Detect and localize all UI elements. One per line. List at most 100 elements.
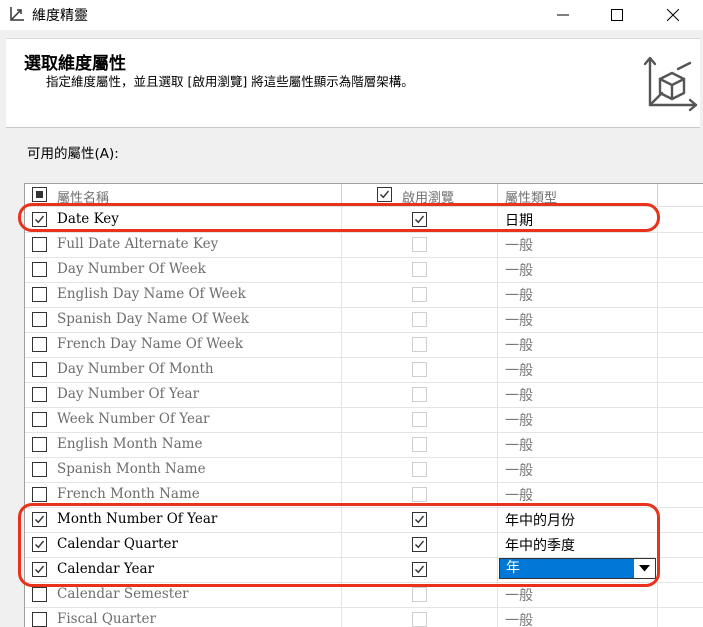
enable-browse-checkbox[interactable] — [412, 462, 427, 477]
attributes-grid[interactable]: 屬性名稱 啟用瀏覽 屬性類型 Date Key 日期 Full Date Alter… — [24, 183, 703, 627]
attribute-checkbox[interactable] — [32, 312, 47, 327]
cell-divider — [657, 232, 658, 257]
attribute-type[interactable]: 一般 — [505, 360, 533, 380]
attribute-checkbox[interactable] — [32, 237, 47, 252]
enable-browse-checkbox[interactable] — [412, 212, 427, 227]
attribute-type[interactable]: 一般 — [505, 585, 533, 605]
enable-browse-checkbox[interactable] — [412, 587, 427, 602]
attribute-type[interactable]: 一般 — [505, 235, 533, 255]
cell-divider — [497, 382, 498, 407]
attribute-name: Full Date Alternate Key — [57, 236, 219, 252]
attribute-row[interactable]: French Day Name Of Week 一般 — [25, 332, 703, 358]
select-all-checkbox[interactable] — [32, 187, 47, 202]
attribute-row[interactable]: Week Number Of Year 一般 — [25, 407, 703, 433]
cell-divider — [341, 532, 342, 557]
attribute-name: Calendar Quarter — [57, 536, 178, 552]
attribute-type[interactable]: 一般 — [505, 610, 533, 627]
attribute-row[interactable]: Spanish Month Name 一般 — [25, 457, 703, 483]
column-header-type[interactable]: 屬性類型 — [505, 187, 557, 206]
attribute-row[interactable]: Day Number Of Year 一般 — [25, 382, 703, 408]
attribute-type[interactable]: 一般 — [505, 485, 533, 505]
attribute-row[interactable]: Calendar Year 年 — [25, 557, 703, 583]
attribute-type[interactable]: 日期 — [505, 210, 533, 230]
enable-browse-checkbox[interactable] — [412, 287, 427, 302]
available-attributes-label: 可用的屬性(A): — [27, 146, 119, 162]
attribute-checkbox[interactable] — [32, 412, 47, 427]
attribute-row[interactable]: Calendar Quarter 年中的季度 — [25, 532, 703, 558]
maximize-button[interactable] — [594, 0, 640, 30]
enable-browse-checkbox[interactable] — [412, 387, 427, 402]
attribute-type[interactable]: 一般 — [505, 435, 533, 455]
cell-divider — [657, 257, 658, 282]
enable-browse-checkbox[interactable] — [412, 262, 427, 277]
attribute-type[interactable]: 一般 — [505, 285, 533, 305]
attribute-checkbox[interactable] — [32, 362, 47, 377]
attribute-checkbox[interactable] — [32, 512, 47, 527]
attribute-type[interactable]: 一般 — [505, 260, 533, 280]
attribute-row[interactable]: Spanish Day Name Of Week 一般 — [25, 307, 703, 333]
attribute-row[interactable]: Calendar Semester 一般 — [25, 582, 703, 608]
attribute-type[interactable]: 年中的季度 — [505, 535, 575, 555]
attribute-checkbox[interactable] — [32, 562, 47, 577]
attribute-type[interactable]: 年中的月份 — [505, 510, 575, 530]
attribute-type[interactable]: 一般 — [505, 460, 533, 480]
enable-browse-checkbox[interactable] — [412, 512, 427, 527]
enable-browse-checkbox[interactable] — [412, 412, 427, 427]
dimension-cube-icon — [643, 56, 698, 112]
attribute-checkbox[interactable] — [32, 612, 47, 627]
attribute-row[interactable]: English Day Name Of Week 一般 — [25, 282, 703, 308]
attribute-checkbox[interactable] — [32, 437, 47, 452]
enable-browse-checkbox[interactable] — [412, 537, 427, 552]
cell-divider — [341, 332, 342, 357]
attribute-checkbox[interactable] — [32, 487, 47, 502]
column-header-name[interactable]: 屬性名稱 — [57, 187, 109, 206]
enable-browse-checkbox[interactable] — [412, 437, 427, 452]
column-divider — [657, 184, 658, 206]
attribute-type[interactable]: 一般 — [505, 410, 533, 430]
enable-browse-checkbox[interactable] — [412, 312, 427, 327]
attribute-type[interactable]: 一般 — [505, 335, 533, 355]
enable-browse-checkbox[interactable] — [412, 337, 427, 352]
cell-divider — [657, 507, 658, 532]
enable-browse-checkbox[interactable] — [412, 362, 427, 377]
attribute-checkbox[interactable] — [32, 537, 47, 552]
enable-browse-checkbox[interactable] — [412, 487, 427, 502]
attribute-row[interactable]: Full Date Alternate Key 一般 — [25, 232, 703, 258]
attribute-checkbox[interactable] — [32, 287, 47, 302]
cell-divider — [657, 582, 658, 607]
column-divider — [497, 184, 498, 206]
attribute-row[interactable]: Day Number Of Month 一般 — [25, 357, 703, 383]
minimize-button[interactable] — [540, 0, 586, 30]
attribute-row[interactable]: French Month Name 一般 — [25, 482, 703, 508]
enable-browse-checkbox[interactable] — [412, 612, 427, 627]
attribute-type-dropdown[interactable]: 年 — [499, 558, 656, 579]
dropdown-button[interactable] — [634, 559, 655, 578]
close-button[interactable] — [650, 0, 696, 30]
attribute-row[interactable]: Date Key 日期 — [25, 207, 703, 233]
attribute-checkbox[interactable] — [32, 337, 47, 352]
cell-divider — [657, 207, 658, 232]
cell-divider — [497, 332, 498, 357]
enable-browse-all-checkbox[interactable] — [377, 187, 392, 202]
enable-browse-checkbox[interactable] — [412, 562, 427, 577]
attribute-type[interactable]: 一般 — [505, 385, 533, 405]
cell-divider — [497, 607, 498, 627]
attribute-checkbox[interactable] — [32, 387, 47, 402]
cell-divider — [341, 507, 342, 532]
attribute-checkbox[interactable] — [32, 587, 47, 602]
attribute-row[interactable]: Day Number Of Week 一般 — [25, 257, 703, 283]
column-divider — [341, 184, 342, 206]
cell-divider — [497, 507, 498, 532]
cell-divider — [497, 582, 498, 607]
attribute-checkbox[interactable] — [32, 262, 47, 277]
attribute-type[interactable]: 一般 — [505, 310, 533, 330]
attribute-checkbox[interactable] — [32, 462, 47, 477]
cell-divider — [341, 257, 342, 282]
column-header-enable-browse[interactable]: 啟用瀏覽 — [402, 187, 454, 206]
attribute-row[interactable]: Month Number Of Year 年中的月份 — [25, 507, 703, 533]
cell-divider — [497, 482, 498, 507]
attribute-row[interactable]: English Month Name 一般 — [25, 432, 703, 458]
enable-browse-checkbox[interactable] — [412, 237, 427, 252]
attribute-row[interactable]: Fiscal Quarter 一般 — [25, 607, 703, 627]
attribute-checkbox[interactable] — [32, 212, 47, 227]
